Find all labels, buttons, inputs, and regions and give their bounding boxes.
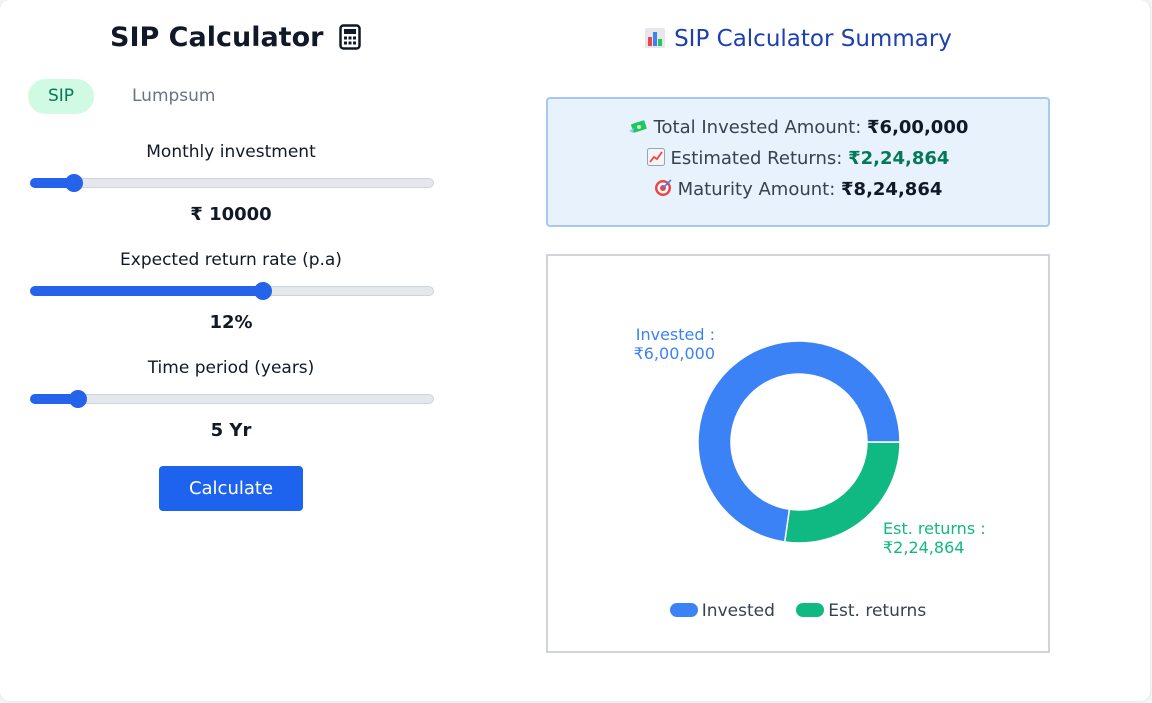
slider-track — [30, 394, 434, 404]
calculator-icon — [339, 24, 361, 50]
time-period-label: Time period (years) — [147, 358, 315, 378]
total-invested-row: Total Invested Amount: ₹6,00,000 — [548, 117, 1048, 138]
chart-container: Invested : ₹6,00,000 Est. returns : ₹2,24,8… — [546, 254, 1050, 653]
money-with-wings-icon — [628, 120, 647, 133]
summary-title-text: SIP Calculator Summary — [674, 26, 952, 52]
estimated-returns-label: Estimated Returns: — [670, 148, 843, 169]
slider-thumb[interactable] — [69, 390, 88, 408]
monthly-investment-value: ₹ 10000 — [190, 204, 272, 225]
maturity-amount-label: Maturity Amount: — [677, 179, 836, 200]
bar-chart-icon — [645, 28, 666, 48]
slider-thumb[interactable] — [65, 174, 84, 192]
donut-chart: Invested : ₹6,00,000 Est. returns : ₹2,24,8… — [634, 325, 986, 557]
calculator-card: SIP Calculator SIP Lumpsum Monthly inves… — [0, 0, 1150, 701]
return-rate-label: Expected return rate (p.a) — [120, 250, 342, 270]
time-period-slider[interactable] — [30, 390, 434, 408]
data-label-invested: Invested : ₹6,00,000 — [634, 325, 715, 363]
slider-thumb[interactable] — [254, 282, 273, 300]
chart-increasing-icon — [646, 148, 665, 166]
tab-sip[interactable]: SIP — [28, 79, 94, 114]
page-title-text: SIP Calculator — [110, 22, 324, 53]
slider-track — [30, 178, 434, 188]
legend-swatch-invested — [669, 603, 698, 617]
monthly-investment-slider[interactable] — [30, 174, 434, 192]
total-invested-label: Total Invested Amount: — [653, 117, 862, 138]
page-title: SIP Calculator — [110, 22, 370, 53]
data-label-est-returns: Est. returns : ₹2,24,864 — [883, 519, 986, 557]
tab-lumpsum[interactable]: Lumpsum — [132, 79, 216, 114]
data-label-value: ₹6,00,000 — [634, 344, 715, 363]
legend-swatch-est-returns — [796, 603, 825, 617]
data-label-name: Invested : — [636, 325, 715, 344]
summary-title: SIP Calculator Summary — [548, 26, 1048, 52]
slider-fill — [30, 286, 264, 296]
legend-item-invested[interactable]: Invested — [669, 601, 775, 621]
time-period-value: 5 Yr — [210, 420, 252, 441]
data-label-name: Est. returns : — [883, 519, 986, 538]
chart-legend: Invested Est. returns — [548, 601, 1048, 621]
legend-item-est-returns[interactable]: Est. returns — [796, 601, 926, 621]
summary-box: Total Invested Amount: ₹6,00,000 Estimat… — [546, 97, 1050, 227]
monthly-investment-label: Monthly investment — [146, 142, 316, 162]
maturity-amount-value: ₹8,24,864 — [841, 179, 943, 200]
estimated-returns-value: ₹2,24,864 — [848, 148, 950, 169]
legend-label-est-returns: Est. returns — [828, 601, 927, 621]
legend-label-invested: Invested — [701, 601, 775, 621]
calculate-button[interactable]: Calculate — [159, 466, 303, 511]
direct-hit-icon — [654, 179, 672, 196]
total-invested-value: ₹6,00,000 — [867, 117, 969, 138]
maturity-amount-row: Maturity Amount: ₹8,24,864 — [548, 179, 1048, 200]
estimated-returns-row: Estimated Returns: ₹2,24,864 — [548, 148, 1048, 169]
return-rate-slider[interactable] — [30, 282, 434, 300]
return-rate-value: 12% — [209, 312, 253, 333]
data-label-value: ₹2,24,864 — [883, 538, 964, 557]
